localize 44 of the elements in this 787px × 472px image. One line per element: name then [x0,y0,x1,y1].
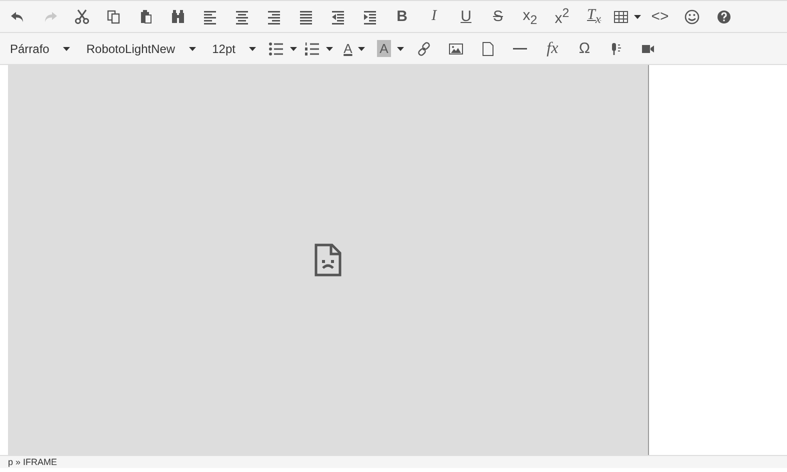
background-color-button[interactable]: A [372,36,408,60]
caret-icon [249,46,256,50]
element-path: p » IFRAME [0,455,787,468]
smiley-icon [684,8,700,24]
table-icon [613,8,629,24]
text-color-button[interactable]: A [336,36,372,60]
indent-icon [362,8,378,24]
dropdown[interactable]: 12pt [204,36,264,60]
numbered-list-icon [304,40,320,56]
horizontal-line-icon [513,48,528,50]
align-left-icon [202,8,218,24]
clipboard-icon [138,8,154,24]
toolbar-button[interactable]: <> [644,4,676,28]
toolbar-button[interactable]: I [418,4,450,28]
align-center-icon [234,8,250,24]
caret-icon [326,46,333,50]
toolbar-button[interactable]: S [482,4,514,28]
broken-page-icon [314,243,342,277]
outdent-icon [330,8,346,24]
toolbar-button[interactable]: x$^{2}$ [546,4,578,28]
align-right-icon [266,8,282,24]
dropdown[interactable]: Párrafo [2,36,78,60]
toolbar-button[interactable]: U [450,4,482,28]
caret-icon [634,14,641,18]
toolbar-button[interactable]: fx [536,36,568,60]
toolbar-button[interactable]: T$_{x}$ [578,4,610,28]
image-icon [448,40,464,56]
caret-icon [63,46,70,50]
link-icon [416,40,432,56]
toolbar-button[interactable]: B [386,4,418,28]
caret-icon [189,46,196,50]
binoculars-icon [170,8,186,24]
scissors-icon [74,8,90,24]
copy-icon [106,8,122,24]
caret-icon [290,46,297,50]
caret-icon [358,46,366,50]
align-justify-icon [298,8,314,24]
toolbar-button[interactable]: Ω [568,36,600,60]
dropdown[interactable]: RobotoLightNew [78,36,204,60]
help-icon [716,8,732,24]
page-icon [480,40,496,56]
bullet-list-icon [268,40,284,56]
toolbar-button[interactable]: x$_{2}$ [514,4,546,28]
caret-icon [397,46,404,50]
